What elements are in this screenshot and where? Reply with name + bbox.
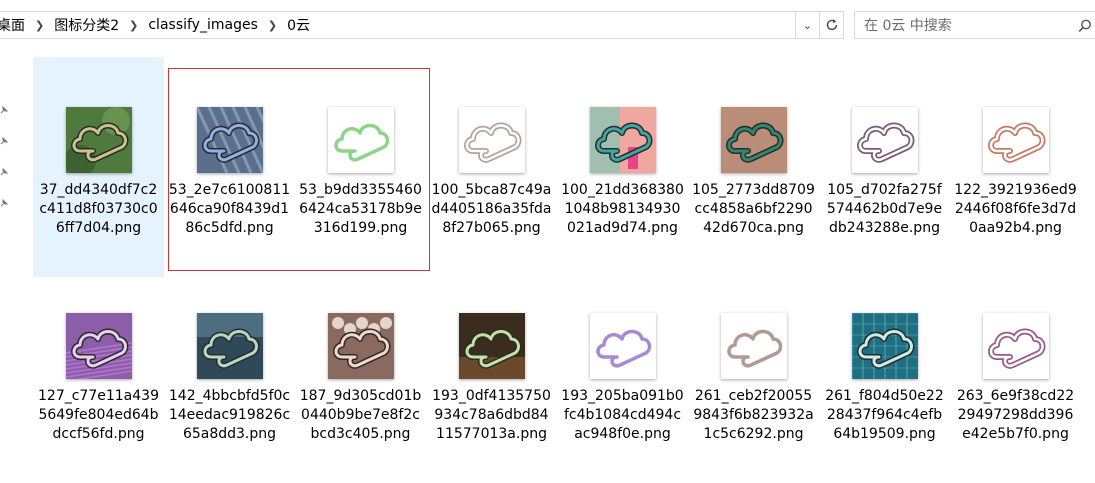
file-name[interactable]: 122_3921936ed92446f08f6fe3d7d0aa92b4.png <box>954 181 1077 238</box>
cloud-icon <box>721 107 787 173</box>
file-name[interactable]: 53_b9dd33554606424ca53178b9e316d199.png <box>299 181 422 238</box>
pin-icon <box>0 199 8 207</box>
breadcrumb-current[interactable]: 0云 <box>283 15 314 35</box>
file-thumbnail <box>590 313 656 379</box>
search-input[interactable]: 在 0云 中搜索 <box>864 15 952 35</box>
file-item[interactable]: 105_2773dd8709cc4858a6bf229042d670ca.png <box>688 57 819 277</box>
file-thumbnail <box>459 107 525 173</box>
chevron-right-icon[interactable]: ❯ <box>262 19 283 32</box>
search-box[interactable]: 在 0云 中搜索 <box>854 11 1095 39</box>
file-item[interactable]: 105_d702fa275f574462b0d7e9edb243288e.png <box>819 57 950 277</box>
file-name[interactable]: 261_f804d50e2228437f964c4efb64b19509.png <box>823 387 946 444</box>
chevron-right-icon[interactable]: ❯ <box>29 19 50 32</box>
file-item[interactable]: 142_4bbcbfd5f0c14eedac919826c65a8dd3.png <box>164 263 295 483</box>
refresh-icon <box>826 19 837 31</box>
file-thumbnail <box>983 313 1049 379</box>
file-thumbnail <box>328 313 394 379</box>
breadcrumb-folder-1[interactable]: 图标分类2 <box>50 15 123 35</box>
file-item[interactable]: 127_c77e11a4395649fe804ed64bdccf56fd.png <box>33 263 164 483</box>
chevron-down-icon: ⌄ <box>802 18 813 32</box>
cloud-icon <box>66 313 132 379</box>
cloud-icon <box>66 107 132 173</box>
refresh-button[interactable] <box>820 11 844 39</box>
file-thumbnail <box>721 107 787 173</box>
file-thumbnail <box>983 107 1049 173</box>
file-item[interactable]: 122_3921936ed92446f08f6fe3d7d0aa92b4.png <box>950 57 1081 277</box>
file-item[interactable]: 263_6e9f38cd2229497298dd396e42e5b7f0.png <box>950 263 1081 483</box>
file-name[interactable]: 100_21dd3683801048b98134930021ad9d74.png <box>561 181 684 238</box>
breadcrumb-desktop[interactable]: 桌面 <box>0 15 29 35</box>
address-history-button[interactable]: ⌄ <box>796 11 820 39</box>
pin-icon <box>0 106 8 114</box>
file-name[interactable]: 263_6e9f38cd2229497298dd396e42e5b7f0.png <box>954 387 1077 444</box>
cloud-icon <box>590 107 656 173</box>
file-item[interactable]: 53_b9dd33554606424ca53178b9e316d199.png <box>295 57 426 277</box>
file-name[interactable]: 193_205ba091b0fc4b1084cd494cac948f0e.png <box>561 387 684 444</box>
file-thumbnail <box>852 313 918 379</box>
file-name[interactable]: 142_4bbcbfd5f0c14eedac919826c65a8dd3.png <box>168 387 291 444</box>
navigation-pane <box>0 50 14 444</box>
file-item[interactable]: 100_5bca87c49ad4405186a35fda8f27b065.png <box>426 57 557 277</box>
file-name[interactable]: 53_2e7c6100811646ca90f8439d186c5dfd.png <box>168 181 291 238</box>
file-item[interactable]: 261_ceb2f200559843f6b823932a1c5c6292.png <box>688 263 819 483</box>
file-name[interactable]: 261_ceb2f200559843f6b823932a1c5c6292.png <box>692 387 815 444</box>
file-item[interactable]: 193_205ba091b0fc4b1084cd494cac948f0e.png <box>557 263 688 483</box>
file-thumbnail <box>852 107 918 173</box>
file-thumbnail <box>197 107 263 173</box>
file-thumbnail <box>66 313 132 379</box>
address-bar-area: 桌面 ❯ 图标分类2 ❯ classify_images ❯ 0云 ⌄ 在 0云… <box>0 0 1095 50</box>
file-item[interactable]: 100_21dd3683801048b98134930021ad9d74.png <box>557 57 688 277</box>
file-thumbnail <box>590 107 656 173</box>
cloud-icon <box>590 313 656 379</box>
file-name[interactable]: 187_9d305cd01b0440b9be7e8f2cbcd3c405.png <box>299 387 422 444</box>
cloud-icon <box>983 313 1049 379</box>
file-thumbnail <box>721 313 787 379</box>
cloud-icon <box>197 107 263 173</box>
file-name[interactable]: 100_5bca87c49ad4405186a35fda8f27b065.png <box>430 181 553 238</box>
file-name[interactable]: 193_0df4135750934c78a6dbd8411577013a.png <box>430 387 553 444</box>
breadcrumb-folder-2[interactable]: classify_images <box>144 17 262 33</box>
file-name[interactable]: 105_2773dd8709cc4858a6bf229042d670ca.png <box>692 181 815 238</box>
cloud-icon <box>459 107 525 173</box>
cloud-icon <box>459 313 525 379</box>
file-name[interactable]: 127_c77e11a4395649fe804ed64bdccf56fd.png <box>37 387 160 444</box>
cloud-icon <box>852 107 918 173</box>
file-item[interactable]: 193_0df4135750934c78a6dbd8411577013a.png <box>426 263 557 483</box>
cloud-icon <box>852 313 918 379</box>
cloud-icon <box>983 107 1049 173</box>
file-name[interactable]: 37_dd4340df7c2c411d8f03730c06ff7d04.png <box>37 181 160 238</box>
search-icon[interactable] <box>1077 18 1093 34</box>
file-thumbnail <box>197 313 263 379</box>
file-item[interactable]: 261_f804d50e2228437f964c4efb64b19509.png <box>819 263 950 483</box>
address-bar[interactable]: 桌面 ❯ 图标分类2 ❯ classify_images ❯ 0云 <box>0 11 796 39</box>
file-thumbnail <box>66 107 132 173</box>
file-thumbnail <box>459 313 525 379</box>
file-item[interactable]: 187_9d305cd01b0440b9be7e8f2cbcd3c405.png <box>295 263 426 483</box>
pin-icon <box>0 168 8 176</box>
file-name[interactable]: 105_d702fa275f574462b0d7e9edb243288e.png <box>823 181 946 238</box>
file-item[interactable]: 53_2e7c6100811646ca90f8439d186c5dfd.png <box>164 57 295 277</box>
cloud-icon <box>328 313 394 379</box>
cloud-icon <box>328 107 394 173</box>
chevron-right-icon[interactable]: ❯ <box>123 19 144 32</box>
pin-icon <box>0 137 8 145</box>
cloud-icon <box>197 313 263 379</box>
file-item[interactable]: 37_dd4340df7c2c411d8f03730c06ff7d04.png <box>33 57 164 277</box>
cloud-icon <box>721 313 787 379</box>
file-thumbnail <box>328 107 394 173</box>
